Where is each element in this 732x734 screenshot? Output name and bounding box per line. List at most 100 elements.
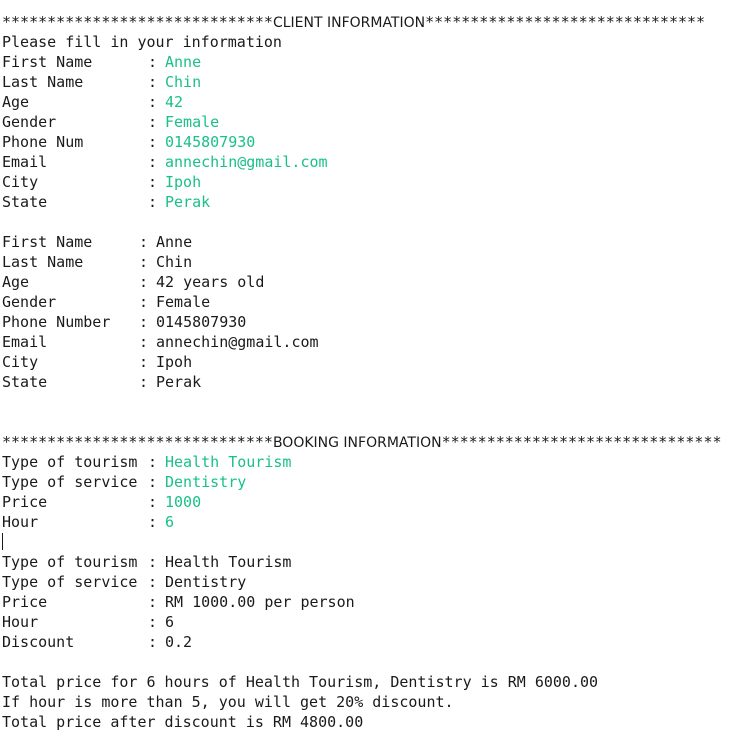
client-input-row: Gender: Female — [2, 112, 730, 132]
field-label: State — [2, 373, 48, 391]
fill-prompt: Please fill in your information — [2, 33, 282, 51]
field-label: City — [2, 353, 39, 371]
field-label: Gender — [2, 113, 57, 131]
output-value: Chin — [156, 253, 193, 271]
booking-input-row: Hour: 6 — [2, 512, 730, 532]
input-age[interactable]: 42 — [165, 92, 183, 112]
separator: : — [139, 353, 158, 371]
output-value: RM 1000.00 per person — [165, 593, 355, 611]
console-output: ******************************CLIENT INF… — [2, 12, 730, 732]
header-stars-left: ****************************** — [2, 13, 273, 31]
field-label: Phone Num — [2, 133, 84, 151]
client-output-row: Phone Number: 0145807930 — [2, 312, 730, 332]
separator: : — [139, 273, 158, 291]
header-stars-right: ******************************* — [441, 433, 722, 451]
input-tourism-type[interactable]: Health Tourism — [165, 452, 291, 472]
client-output-row: City: Ipoh — [2, 352, 730, 372]
booking-output-row: Price: RM 1000.00 per person — [2, 592, 730, 612]
client-output-row: Email: annechin@gmail.com — [2, 332, 730, 352]
separator: : — [148, 573, 167, 591]
field-label: Age — [2, 93, 30, 111]
field-label: City — [2, 173, 39, 191]
field-label: Price — [2, 493, 48, 511]
input-gender[interactable]: Female — [165, 112, 219, 132]
booking-output-row: Hour: 6 — [2, 612, 730, 632]
booking-output-row: Type of service: Dentistry — [2, 572, 730, 592]
output-value: annechin@gmail.com — [156, 333, 319, 351]
booking-info-title: BOOKING INFORMATION — [272, 435, 442, 451]
separator: : — [139, 313, 158, 331]
input-first-name[interactable]: Anne — [165, 52, 201, 72]
field-label: Email — [2, 333, 48, 351]
client-input-row: Email: annechin@gmail.com — [2, 152, 730, 172]
client-input-row: Last Name: Chin — [2, 72, 730, 92]
output-value: Anne — [156, 233, 193, 251]
separator: : — [139, 233, 158, 251]
client-output-block: First Name: Anne Last Name: Chin Age: 42… — [2, 232, 730, 392]
field-label: Type of tourism — [2, 553, 138, 571]
field-label: Type of tourism — [2, 453, 138, 471]
output-value: 0.2 — [165, 633, 193, 651]
output-value: Perak — [156, 373, 202, 391]
booking-input-block: Type of tourism: Health Tourism Type of … — [2, 452, 730, 532]
input-city[interactable]: Ipoh — [165, 172, 201, 192]
separator: : — [148, 513, 167, 531]
field-label: First Name — [2, 233, 93, 251]
input-price[interactable]: 1000 — [165, 492, 201, 512]
client-input-row: State: Perak — [2, 192, 730, 212]
field-label: Last Name — [2, 253, 84, 271]
header-stars-right: ******************************* — [425, 13, 706, 31]
field-label: Email — [2, 153, 48, 171]
field-label: Type of service — [2, 473, 138, 491]
output-value: Ipoh — [156, 353, 193, 371]
separator: : — [148, 473, 167, 491]
field-label: Hour — [2, 613, 39, 631]
discount-note-line: If hour is more than 5, you will get 20%… — [2, 693, 454, 711]
input-service-type[interactable]: Dentistry — [165, 472, 246, 492]
client-info-title: CLIENT INFORMATION — [272, 15, 426, 31]
client-output-row: State: Perak — [2, 372, 730, 392]
input-last-name[interactable]: Chin — [165, 72, 201, 92]
output-value: 42 years old — [156, 273, 265, 291]
booking-input-row: Type of tourism: Health Tourism — [2, 452, 730, 472]
booking-output-row: Type of tourism: Health Tourism — [2, 552, 730, 572]
client-input-row: Phone Num: 0145807930 — [2, 132, 730, 152]
separator: : — [148, 73, 167, 91]
blank-lines — [2, 392, 730, 432]
total-after-discount-line: Total price after discount is RM 4800.00 — [2, 713, 364, 731]
booking-input-row: Type of service: Dentistry — [2, 472, 730, 492]
client-output-row: Gender: Female — [2, 292, 730, 312]
separator: : — [148, 53, 167, 71]
total-price-line: Total price for 6 hours of Health Touris… — [2, 673, 599, 691]
separator: : — [148, 153, 167, 171]
input-state[interactable]: Perak — [165, 192, 210, 212]
client-output-row: Last Name: Chin — [2, 252, 730, 272]
output-value: 0145807930 — [156, 313, 247, 331]
client-input-row: City: Ipoh — [2, 172, 730, 192]
input-phone[interactable]: 0145807930 — [165, 132, 255, 152]
separator: : — [139, 293, 158, 311]
text-cursor-line[interactable] — [2, 532, 730, 552]
client-output-row: First Name: Anne — [2, 232, 730, 252]
field-label: Phone Number — [2, 313, 111, 331]
text-cursor — [2, 533, 3, 550]
output-value: 6 — [165, 613, 175, 631]
field-label: Price — [2, 593, 48, 611]
output-value: Female — [156, 293, 211, 311]
separator: : — [148, 453, 167, 471]
client-input-block: First Name: Anne Last Name: Chin Age: 42… — [2, 52, 730, 212]
separator: : — [139, 333, 158, 351]
separator: : — [148, 193, 167, 211]
output-value: Health Tourism — [165, 553, 292, 571]
booking-info-header: ******************************BOOKING IN… — [2, 432, 730, 452]
separator: : — [139, 373, 158, 391]
input-email[interactable]: annechin@gmail.com — [165, 152, 328, 172]
client-output-row: Age: 42 years old — [2, 272, 730, 292]
separator: : — [148, 553, 167, 571]
separator: : — [148, 633, 167, 651]
separator: : — [148, 133, 167, 151]
input-hour[interactable]: 6 — [165, 512, 174, 532]
booking-output-block: Type of tourism: Health Tourism Type of … — [2, 552, 730, 652]
